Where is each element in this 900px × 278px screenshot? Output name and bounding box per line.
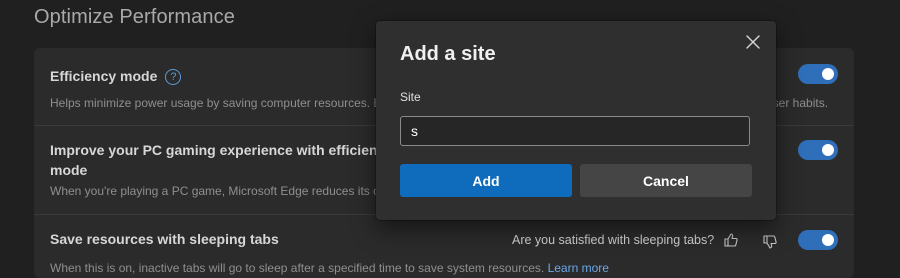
gaming-efficiency-toggle[interactable] bbox=[798, 140, 838, 160]
setting-title-gaming: Improve your PC gaming experience with e… bbox=[50, 140, 393, 180]
help-circle-icon[interactable]: ? bbox=[165, 69, 182, 85]
sleeping-tabs-survey-question: Are you satisfied with sleeping tabs? bbox=[512, 233, 715, 247]
add-button[interactable]: Add bbox=[400, 164, 572, 197]
dialog-title: Add a site bbox=[400, 43, 496, 65]
site-input[interactable] bbox=[400, 116, 750, 146]
efficiency-mode-toggle[interactable] bbox=[798, 64, 838, 84]
sleeping-tabs-toggle[interactable] bbox=[798, 230, 838, 250]
sleeping-tabs-description: When this is on, inactive tabs will go t… bbox=[50, 261, 609, 275]
thumbs-down-icon[interactable] bbox=[762, 234, 778, 250]
page-title: Optimize Performance bbox=[34, 6, 235, 28]
sleeping-tabs-description-text: When this is on, inactive tabs will go t… bbox=[50, 261, 545, 275]
cancel-button[interactable]: Cancel bbox=[580, 164, 752, 197]
site-field-label: Site bbox=[400, 90, 421, 104]
setting-title-efficiency: Efficiency mode? bbox=[50, 66, 182, 86]
gaming-description: When you're playing a PC game, Microsoft… bbox=[50, 184, 386, 198]
gaming-title-line2: mode bbox=[50, 162, 88, 178]
efficiency-description: Helps minimize power usage by saving com… bbox=[50, 96, 382, 110]
close-icon[interactable] bbox=[742, 31, 764, 53]
learn-more-link[interactable]: Learn more bbox=[548, 261, 609, 275]
efficiency-title-text: Efficiency mode bbox=[50, 68, 158, 84]
thumbs-up-icon[interactable] bbox=[723, 232, 739, 248]
gaming-title-line1: Improve your PC gaming experience with e… bbox=[50, 142, 394, 158]
sleeping-tabs-title: Save resources with sleeping tabs bbox=[50, 231, 279, 247]
add-site-dialog: Add a site Site Add Cancel bbox=[376, 21, 776, 220]
setting-row-sleeping-tabs: Save resources with sleeping tabs Are yo… bbox=[34, 214, 854, 278]
